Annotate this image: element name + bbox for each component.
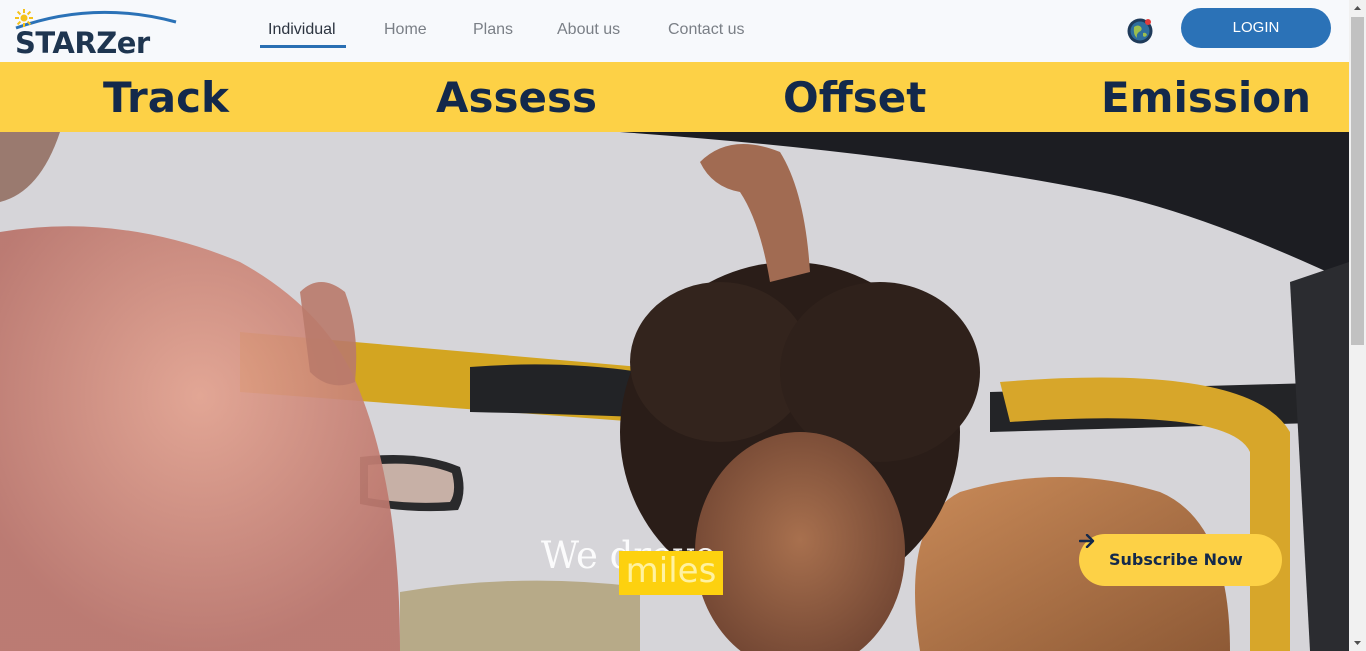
hero-highlight-word: miles: [625, 551, 717, 591]
tagline-assess: Assess: [436, 73, 597, 122]
scroll-down-arrow-icon[interactable]: [1349, 634, 1366, 651]
nav-about-us[interactable]: About us: [557, 20, 620, 40]
scroll-up-arrow-icon[interactable]: [1349, 0, 1366, 17]
hero-highlight-box: miles: [619, 551, 723, 595]
login-button[interactable]: LOGIN: [1181, 8, 1331, 48]
tagline-offset: Offset: [783, 73, 927, 122]
nav-individual[interactable]: Individual: [268, 20, 336, 40]
arrow-right-icon: [1079, 534, 1095, 548]
nav-active-underline: [260, 45, 346, 48]
page-scrollbar[interactable]: [1349, 0, 1366, 651]
tagline-emission: Emission: [1101, 73, 1311, 122]
nav-contact-us[interactable]: Contact us: [668, 20, 744, 40]
page: STARZer Individual Home Plans About us C…: [0, 0, 1349, 651]
nav-home[interactable]: Home: [384, 20, 427, 40]
logo-text: STARZer: [15, 26, 150, 60]
tagline-band: Track Assess Offset Emission: [0, 62, 1349, 132]
subscribe-now-button[interactable]: Subscribe Now: [1079, 534, 1282, 586]
subscribe-now-label: Subscribe Now: [1109, 550, 1243, 569]
sun-icon: [15, 9, 33, 27]
nav-plans[interactable]: Plans: [473, 20, 513, 40]
tagline-track: Track: [103, 73, 229, 122]
scroll-thumb[interactable]: [1351, 17, 1364, 345]
top-header: STARZer Individual Home Plans About us C…: [0, 0, 1349, 62]
hero-section: We drove miles Subscribe Now: [0, 132, 1349, 651]
globe-icon[interactable]: [1126, 17, 1154, 45]
starzero-logo[interactable]: STARZer: [14, 8, 179, 60]
